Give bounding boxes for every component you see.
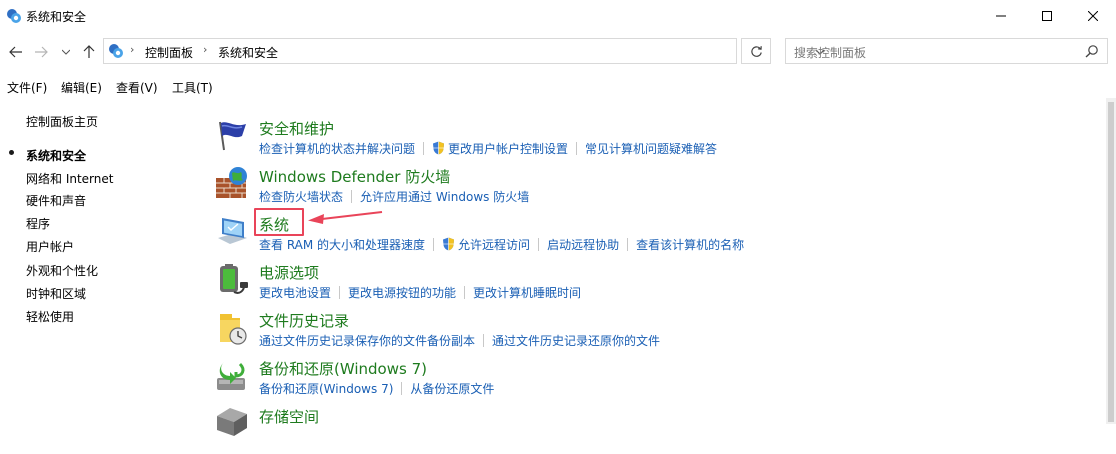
refresh-icon [750, 45, 762, 57]
search-icon [1085, 45, 1098, 58]
category-title-file-history[interactable]: 文件历史记录 [259, 310, 349, 331]
control-panel-icon [109, 44, 123, 58]
forward-button[interactable] [33, 44, 49, 60]
chevron-right-icon: › [130, 43, 135, 56]
sidebar-item-system-security: 系统和安全 [26, 149, 87, 163]
category-links: 通过文件历史记录保存你的文件备份副本 通过文件历史记录还原你的文件 [259, 332, 660, 348]
category-title-security[interactable]: 安全和维护 [259, 118, 334, 139]
breadcrumb-system-security[interactable]: 系统和安全 [218, 44, 278, 61]
maximize-button[interactable] [1024, 0, 1070, 32]
link-allow-remote-access[interactable]: 允许远程访问 [458, 236, 530, 253]
category-links: 检查防火墙状态 允许应用通过 Windows 防火墙 [259, 188, 529, 204]
recent-locations-button[interactable] [58, 44, 74, 60]
menu-file[interactable]: 文件(F) [7, 79, 47, 96]
security-flag-icon [219, 121, 246, 151]
link-check-firewall[interactable]: 检查防火墙状态 [259, 188, 343, 205]
sidebar-item-ease-of-access[interactable]: 轻松使用 [26, 308, 74, 325]
chevron-right-icon[interactable]: › [203, 43, 207, 56]
system-monitor-icon [218, 218, 247, 244]
category-file-history: 文件历史记录 通过文件历史记录保存你的文件备份副本 通过文件历史记录还原你的文件 [214, 310, 1094, 358]
link-remote-assistance[interactable]: 启动远程协助 [547, 236, 619, 253]
vertical-scrollbar[interactable] [1106, 98, 1116, 424]
link-sleep-time[interactable]: 更改计算机睡眠时间 [473, 284, 581, 301]
address-bar[interactable]: › 控制面板 › 系统和安全 [103, 38, 825, 64]
link-separator [627, 237, 629, 251]
menu-tools[interactable]: 工具(T) [172, 79, 213, 96]
uac-shield-icon [443, 237, 455, 251]
window-title: 系统和安全 [26, 10, 87, 24]
link-view-ram-cpu[interactable]: 查看 RAM 的大小和处理器速度 [259, 236, 425, 253]
link-separator [464, 285, 466, 299]
link-restore-from-backup[interactable]: 从备份还原文件 [410, 380, 494, 397]
category-storage-spaces: 存储空间 [214, 406, 1094, 454]
scrollbar-thumb[interactable] [1108, 102, 1114, 422]
file-history-icon [220, 314, 247, 345]
sidebar-item-home[interactable]: 控制面板主页 [26, 113, 98, 130]
category-title-firewall[interactable]: Windows Defender 防火墙 [259, 166, 450, 187]
close-button[interactable] [1070, 0, 1116, 32]
breadcrumb-control-panel[interactable]: 控制面板 [145, 44, 193, 61]
category-links: 查看 RAM 的大小和处理器速度 允许远程访问 启动远程协助 查看该计算机的名称 [259, 236, 744, 252]
link-change-uac[interactable]: 更改用户帐户控制设置 [448, 140, 568, 157]
category-power: 电源选项 更改电池设置 更改电源按钮的功能 更改计算机睡眠时间 [214, 262, 1094, 310]
category-title-backup-restore[interactable]: 备份和还原(Windows 7) [259, 358, 427, 379]
category-links: 检查计算机的状态并解决问题 更改用户帐户控制设置 常见计算机问题疑难解答 [259, 140, 717, 156]
link-separator [423, 141, 425, 155]
link-separator [483, 333, 485, 347]
firewall-icon [216, 167, 247, 198]
link-power-button-function[interactable]: 更改电源按钮的功能 [348, 284, 456, 301]
link-separator [576, 141, 578, 155]
up-arrow-icon [83, 45, 95, 58]
control-panel-icon [7, 9, 21, 23]
storage-spaces-icon [217, 408, 247, 436]
menu-edit[interactable]: 编辑(E) [61, 79, 102, 96]
link-separator [433, 237, 435, 251]
category-title-power[interactable]: 电源选项 [259, 262, 319, 283]
sidebar-item-programs[interactable]: 程序 [26, 215, 50, 232]
power-battery-icon [220, 264, 248, 294]
category-links: 更改电池设置 更改电源按钮的功能 更改计算机睡眠时间 [259, 284, 581, 300]
link-troubleshoot[interactable]: 常见计算机问题疑难解答 [585, 140, 717, 157]
up-button[interactable] [81, 44, 97, 60]
search-placeholder: 搜索控制面板 [794, 46, 867, 60]
sidebar-item-network[interactable]: 网络和 Internet [26, 170, 113, 187]
sidebar-item-clock-region[interactable]: 时钟和区域 [26, 285, 86, 302]
link-battery-settings[interactable]: 更改电池设置 [259, 284, 331, 301]
menu-bar: 文件(F) 编辑(E) 查看(V) 工具(T) [0, 76, 1116, 98]
back-arrow-icon [9, 46, 22, 58]
minimize-icon [996, 15, 1006, 17]
sidebar-item-appearance[interactable]: 外观和个性化 [26, 262, 98, 279]
close-icon [1088, 11, 1098, 21]
category-security-maintenance: 安全和维护 检查计算机的状态并解决问题 更改用户帐户控制设置 常见计算机问题疑难… [214, 118, 1094, 166]
back-button[interactable] [8, 44, 24, 60]
refresh-button[interactable] [741, 38, 771, 64]
search-box[interactable]: 搜索控制面板 [785, 38, 1108, 64]
menu-view[interactable]: 查看(V) [116, 79, 158, 96]
chevron-down-icon [62, 49, 70, 55]
link-computer-name[interactable]: 查看该计算机的名称 [636, 236, 744, 253]
link-check-status[interactable]: 检查计算机的状态并解决问题 [259, 140, 415, 157]
link-restore-files[interactable]: 通过文件历史记录还原你的文件 [492, 332, 660, 349]
forward-arrow-icon [35, 46, 48, 58]
link-separator [339, 285, 341, 299]
category-firewall: Windows Defender 防火墙 检查防火墙状态 允许应用通过 Wind… [214, 166, 1094, 214]
link-separator [538, 237, 540, 251]
link-allow-app-firewall[interactable]: 允许应用通过 Windows 防火墙 [360, 188, 529, 205]
current-item-bullet [9, 150, 14, 155]
sidebar-item-user-accounts[interactable]: 用户帐户 [26, 238, 74, 255]
link-separator [351, 189, 353, 203]
link-separator [401, 381, 403, 395]
link-save-backup[interactable]: 通过文件历史记录保存你的文件备份副本 [259, 332, 475, 349]
title-bar: 系统和安全 [0, 0, 1116, 32]
maximize-icon [1042, 11, 1052, 21]
annotation-arrow-icon [308, 211, 383, 224]
uac-shield-icon [433, 141, 445, 155]
category-links: 备份和还原(Windows 7) 从备份还原文件 [259, 380, 494, 396]
category-backup-restore: 备份和还原(Windows 7) 备份和还原(Windows 7) 从备份还原文… [214, 358, 1094, 406]
link-backup-restore-win7[interactable]: 备份和还原(Windows 7) [259, 380, 393, 397]
backup-restore-icon [217, 362, 245, 390]
sidebar-item-hardware-sound[interactable]: 硬件和声音 [26, 192, 86, 209]
annotation-highlight-box [254, 208, 304, 236]
minimize-button[interactable] [978, 0, 1024, 32]
